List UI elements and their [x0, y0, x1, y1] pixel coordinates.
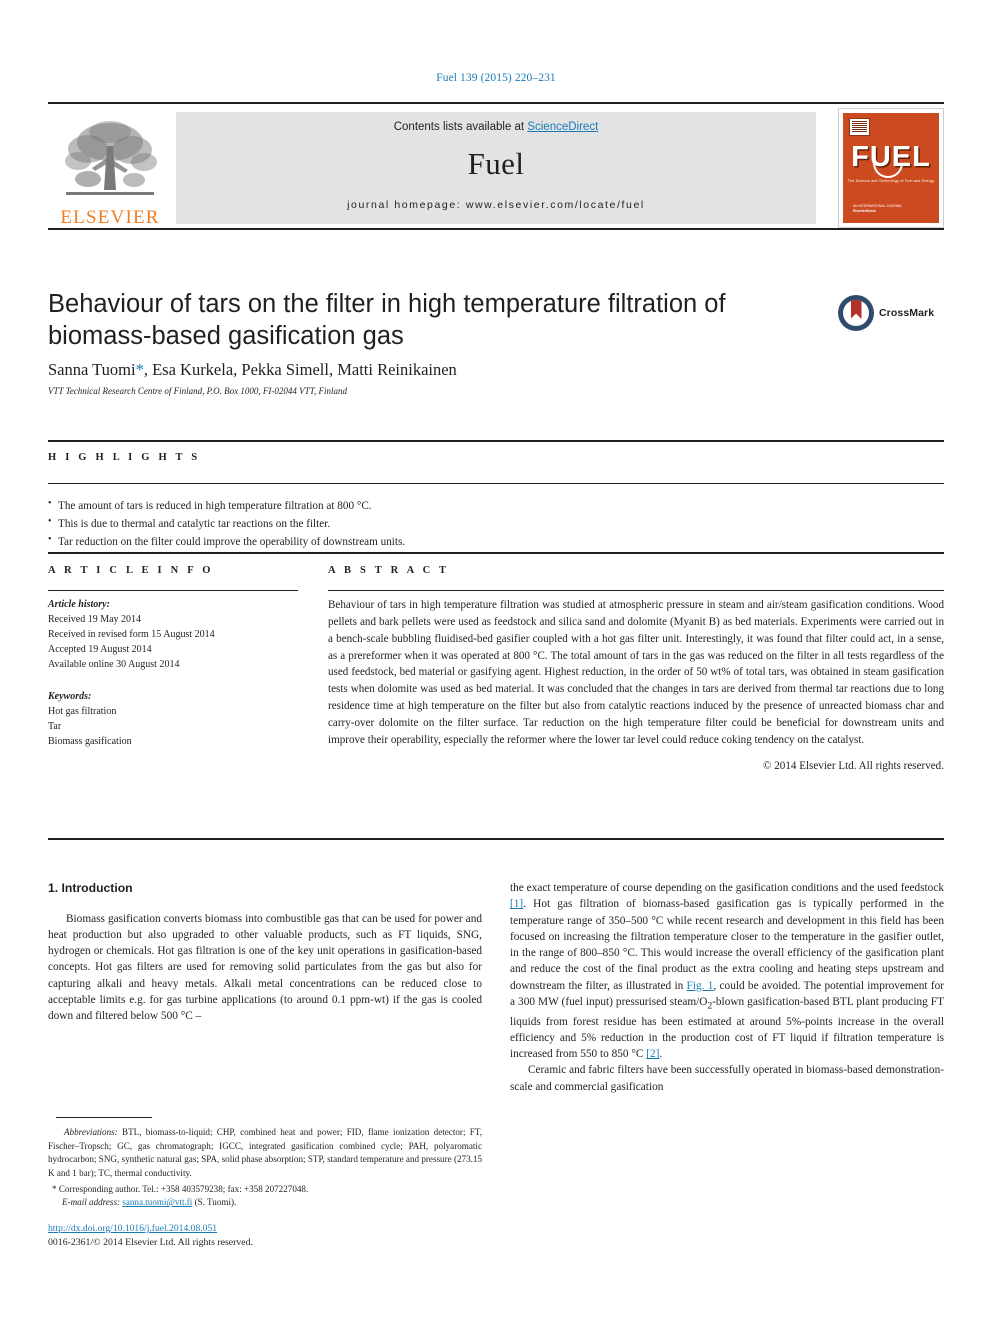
author-list: Sanna Tuomi*, Esa Kurkela, Pekka Simell,…: [48, 360, 848, 380]
page-title: Behaviour of tars on the filter in high …: [48, 290, 726, 351]
author-first: Sanna Tuomi: [48, 360, 136, 379]
elsevier-logo: ELSEVIER: [48, 106, 172, 230]
paragraph: Ceramic and fabric filters have been suc…: [510, 1064, 944, 1093]
keyword-item: Hot gas filtration: [48, 706, 117, 717]
paragraph-text: .: [659, 1048, 663, 1061]
journal-masthead: ELSEVIER Contents lists available at Sci…: [48, 102, 944, 230]
sciencedirect-link[interactable]: ScienceDirect: [527, 121, 598, 133]
article-history-received: Received 19 May 2014: [48, 614, 142, 625]
journal-homepage[interactable]: journal homepage: www.elsevier.com/locat…: [176, 199, 816, 211]
email-link[interactable]: sanna.tuomi@vtt.fi: [122, 1197, 192, 1207]
cover-footer-text: AN INTERNATIONAL JOURNAL ElsevierDirect: [853, 203, 903, 213]
contents-available-line: Contents lists available at ScienceDirec…: [176, 121, 816, 133]
divider-below-highlights-heading: [48, 483, 944, 484]
list-item: Tar reduction on the filter could improv…: [48, 532, 748, 551]
cover-subtitle: The Science and Technology of Fuel and E…: [847, 179, 935, 183]
citation-ref-2[interactable]: [2]: [646, 1048, 659, 1060]
body-column-left: 1. Introduction Biomass gasification con…: [48, 880, 482, 1024]
issn-copyright-line: 0016-2361/© 2014 Elsevier Ltd. All right…: [48, 1237, 253, 1249]
figure-ref-1[interactable]: Fig. 1: [687, 980, 714, 992]
abstract-heading: A B S T R A C T: [328, 565, 450, 576]
keywords-label: Keywords:: [48, 691, 92, 702]
highlights-list: The amount of tars is reduced in high te…: [48, 496, 748, 551]
cover-arc-decoration: [873, 163, 903, 178]
crossmark-label: CrossMark: [879, 307, 935, 319]
article-history-label: Article history:: [48, 599, 110, 610]
paragraph-text: the exact temperature of course dependin…: [510, 882, 944, 894]
paragraph: Biomass gasification converts biomass in…: [48, 912, 482, 1023]
article-page: Fuel 139 (2015) 220–231 ELSEVIER Content…: [0, 0, 992, 1323]
abbreviations-label: Abbreviations:: [64, 1127, 118, 1137]
section-heading-introduction: 1. Introduction: [48, 881, 133, 895]
body-column-right: the exact temperature of course dependin…: [510, 880, 944, 1095]
email-owner: (S. Tuomi).: [192, 1197, 237, 1208]
abbreviations-note: Abbreviations: BTL, biomass-to-liquid; C…: [48, 1126, 482, 1181]
doi-link[interactable]: http://dx.doi.org/10.1016/j.fuel.2014.08…: [48, 1223, 217, 1234]
citation-ref-1[interactable]: [1]: [510, 898, 523, 910]
footnote-block: Abbreviations: BTL, biomass-to-liquid; C…: [48, 1126, 482, 1210]
email-note: E-mail address: sanna.tuomi@vtt.fi (S. T…: [48, 1196, 482, 1210]
keyword-item: Biomass gasification: [48, 736, 132, 747]
journal-cover-thumbnail[interactable]: FUEL The Science and Technology of Fuel …: [838, 108, 944, 228]
crossmark-badge[interactable]: CrossMark: [838, 290, 944, 336]
abstract-text: Behaviour of tars in high temperature fi…: [328, 599, 944, 746]
article-history-online: Available online 30 August 2014: [48, 659, 180, 670]
list-item: The amount of tars is reduced in high te…: [48, 496, 748, 515]
crossmark-logo-icon: [838, 295, 874, 331]
footnote-divider: [56, 1117, 152, 1118]
cover-artwork: FUEL The Science and Technology of Fuel …: [843, 113, 939, 223]
paragraph-text: . Hot gas filtration of biomass-based ga…: [510, 898, 944, 992]
article-info-heading: A R T I C L E I N F O: [48, 565, 214, 576]
journal-title: Fuel: [467, 146, 525, 181]
paragraph: the exact temperature of course dependin…: [510, 880, 944, 1062]
elsevier-wordmark: ELSEVIER: [60, 207, 160, 228]
divider-article-info: [48, 590, 298, 591]
divider-abstract: [328, 590, 944, 591]
abstract-copyright: © 2014 Elsevier Ltd. All rights reserved…: [763, 759, 944, 772]
affiliation: VTT Technical Research Centre of Finland…: [48, 386, 347, 396]
divider-above-highlights: [48, 440, 944, 442]
running-head: Fuel 139 (2015) 220–231: [436, 72, 556, 84]
email-label: E-mail address:: [62, 1197, 121, 1208]
cover-elsevier-mark-icon: [849, 118, 870, 136]
divider-below-abstract: [48, 838, 944, 840]
list-item: This is due to thermal and catalytic tar…: [48, 514, 748, 533]
masthead-center: Contents lists available at ScienceDirec…: [176, 112, 816, 224]
footer-doi-block: http://dx.doi.org/10.1016/j.fuel.2014.08…: [48, 1222, 488, 1251]
elsevier-tree-icon: [65, 121, 157, 195]
contents-prefix: Contents lists available at: [393, 121, 528, 133]
keyword-item: Tar: [48, 721, 62, 732]
article-history-accepted: Accepted 19 August 2014: [48, 644, 152, 655]
author-rest: , Esa Kurkela, Pekka Simell, Matti Reini…: [143, 360, 457, 379]
highlights-heading: H I G H L I G H T S: [48, 452, 201, 463]
article-history-revised: Received in revised form 15 August 2014: [48, 629, 215, 640]
article-info-block: Article history: Received 19 May 2014 Re…: [48, 597, 298, 749]
corresponding-author-marker[interactable]: *: [136, 360, 144, 379]
corresponding-author-note: * Corresponding author. Tel.: +358 40357…: [52, 1183, 309, 1194]
keywords-block: Keywords: Hot gas filtration Tar Biomass…: [48, 689, 298, 749]
divider-above-article-info: [48, 552, 944, 554]
abstract-block: Behaviour of tars in high temperature fi…: [328, 597, 944, 775]
